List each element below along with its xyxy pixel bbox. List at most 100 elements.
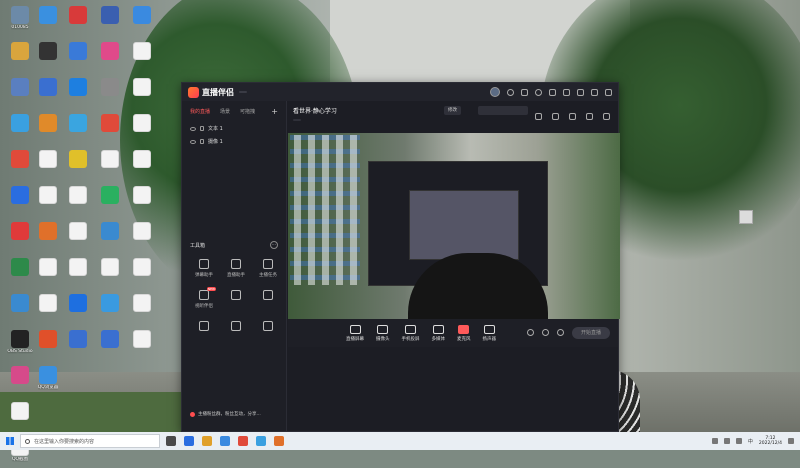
desktop-icon[interactable] — [92, 78, 128, 108]
tool-item[interactable] — [252, 290, 284, 309]
bag-icon[interactable] — [535, 113, 542, 120]
desktop-icon[interactable] — [60, 114, 96, 144]
desktop-icon[interactable] — [60, 150, 96, 180]
tool-item[interactable] — [220, 321, 252, 334]
desktop-icon[interactable] — [92, 114, 128, 144]
lock-icon[interactable] — [200, 139, 204, 144]
network-icon[interactable] — [723, 438, 730, 444]
desktop-icon[interactable] — [60, 42, 96, 72]
avatar[interactable] — [490, 87, 500, 97]
record-icon[interactable] — [527, 329, 534, 336]
layout-icon[interactable] — [542, 329, 549, 336]
desktop-icon[interactable] — [60, 78, 96, 108]
taskbar-app-icon[interactable] — [256, 436, 266, 446]
menu-icon[interactable] — [563, 88, 570, 96]
gear-icon[interactable] — [557, 329, 564, 336]
more-icon[interactable]: ⋯ — [270, 241, 278, 249]
source-item[interactable]: 文本 1 — [182, 122, 286, 135]
desktop-icon[interactable] — [92, 330, 128, 360]
toolbar-button[interactable]: 直播屏幕 — [346, 324, 364, 342]
desktop-icon[interactable] — [60, 186, 96, 216]
desktop-icon[interactable] — [2, 402, 38, 432]
desktop-icon[interactable] — [124, 186, 160, 216]
desktop-icon[interactable] — [124, 258, 160, 288]
desktop-icon[interactable] — [92, 294, 128, 324]
edit-title-button[interactable]: 修改 — [444, 106, 461, 115]
desktop-icon[interactable]: QQ浏览器 — [30, 366, 66, 396]
live-preview[interactable] — [288, 133, 620, 319]
taskbar-app-icon[interactable] — [202, 436, 212, 446]
start-button[interactable] — [0, 432, 20, 450]
add-source-button[interactable]: + — [271, 107, 278, 116]
desktop-icon[interactable] — [92, 186, 128, 216]
volume-icon[interactable] — [735, 438, 742, 444]
desktop-icon[interactable] — [60, 258, 96, 288]
ime-indicator[interactable]: 中 — [748, 438, 753, 445]
desktop-icon[interactable] — [124, 6, 160, 36]
lock-icon[interactable] — [200, 126, 204, 131]
desktop-icon[interactable] — [92, 6, 128, 36]
go-live-button[interactable]: 开始直播 — [572, 327, 610, 339]
toolbar-button[interactable]: 多媒体 — [432, 324, 445, 342]
desktop-icon[interactable] — [92, 42, 128, 72]
desktop-icon[interactable] — [60, 294, 96, 324]
taskbar-search[interactable]: 在这里输入你要搜索的内容 — [20, 434, 160, 448]
taskbar-app-icon[interactable] — [184, 436, 194, 446]
tab-my-live[interactable]: 我的直播 — [190, 108, 210, 115]
desktop-icon[interactable] — [60, 222, 96, 252]
tab-draggable[interactable]: 可拖拽 — [240, 108, 255, 115]
taskbar-app-icon[interactable] — [166, 436, 176, 446]
help-icon[interactable] — [507, 88, 514, 96]
minimize-icon[interactable] — [577, 88, 584, 96]
clock[interactable]: 7:12 2022/12/4 — [759, 436, 782, 447]
desktop-icon-label: QQ浏览器 — [37, 385, 59, 390]
desktop-icon[interactable] — [124, 78, 160, 108]
desktop-icon[interactable] — [124, 150, 160, 180]
desktop-icon[interactable] — [124, 114, 160, 144]
tool-item[interactable]: 主播任务 — [252, 259, 284, 278]
gift-icon[interactable] — [569, 113, 576, 120]
desktop-icon[interactable] — [124, 294, 160, 324]
shop-icon[interactable] — [552, 113, 559, 120]
tool-item[interactable] — [252, 321, 284, 334]
settings-icon[interactable] — [535, 88, 542, 96]
tool-item[interactable]: 直播助手 — [220, 259, 252, 278]
desktop-icon[interactable] — [92, 222, 128, 252]
category-selector[interactable] — [478, 106, 528, 115]
tool-item[interactable]: 弹幕助手 — [188, 259, 220, 278]
tool-item[interactable] — [220, 290, 252, 309]
tool-item[interactable] — [188, 321, 220, 334]
toolbar-button[interactable]: 麦克风 — [457, 324, 471, 342]
eye-icon[interactable] — [190, 126, 196, 131]
toolbar-button[interactable]: 手机投屏 — [402, 324, 420, 342]
tool-item[interactable]: NEW 视听伴侣 — [188, 287, 220, 309]
source-item[interactable]: 摄像 1 — [182, 135, 286, 148]
room-tag[interactable] — [293, 119, 301, 121]
desktop-icon[interactable] — [124, 330, 160, 360]
notification-icon[interactable] — [788, 438, 794, 444]
desktop-icon-file[interactable] — [731, 210, 761, 224]
message-icon[interactable] — [521, 88, 528, 96]
maximize-icon[interactable] — [591, 88, 598, 96]
desktop-icon[interactable] — [92, 150, 128, 180]
close-icon[interactable] — [605, 88, 612, 96]
gift-icon[interactable] — [549, 88, 556, 96]
taskbar-app-icon[interactable] — [220, 436, 230, 446]
taskbar-app-icon[interactable] — [238, 436, 248, 446]
share-icon[interactable] — [603, 113, 610, 120]
toolbar-button[interactable]: 摄像头 — [376, 324, 390, 342]
desktop-icon[interactable] — [60, 330, 96, 360]
tool-label: 直播助手 — [227, 273, 245, 278]
desktop-icon[interactable] — [60, 6, 96, 36]
eye-icon[interactable] — [190, 139, 196, 144]
bell-icon[interactable] — [586, 113, 593, 120]
desktop-icon[interactable] — [124, 222, 160, 252]
tray-icon[interactable] — [711, 438, 718, 444]
taskbar-app-icon[interactable] — [274, 436, 284, 446]
desktop-icon[interactable] — [124, 42, 160, 72]
version-badge[interactable] — [239, 91, 247, 93]
toolbar-button[interactable]: 扬声器 — [483, 324, 496, 342]
tab-scene[interactable]: 场景 — [220, 108, 230, 115]
desktop-icon[interactable] — [92, 258, 128, 288]
notice-bar[interactable]: 主播粉丝群，粉丝互动，分享... — [190, 411, 590, 417]
